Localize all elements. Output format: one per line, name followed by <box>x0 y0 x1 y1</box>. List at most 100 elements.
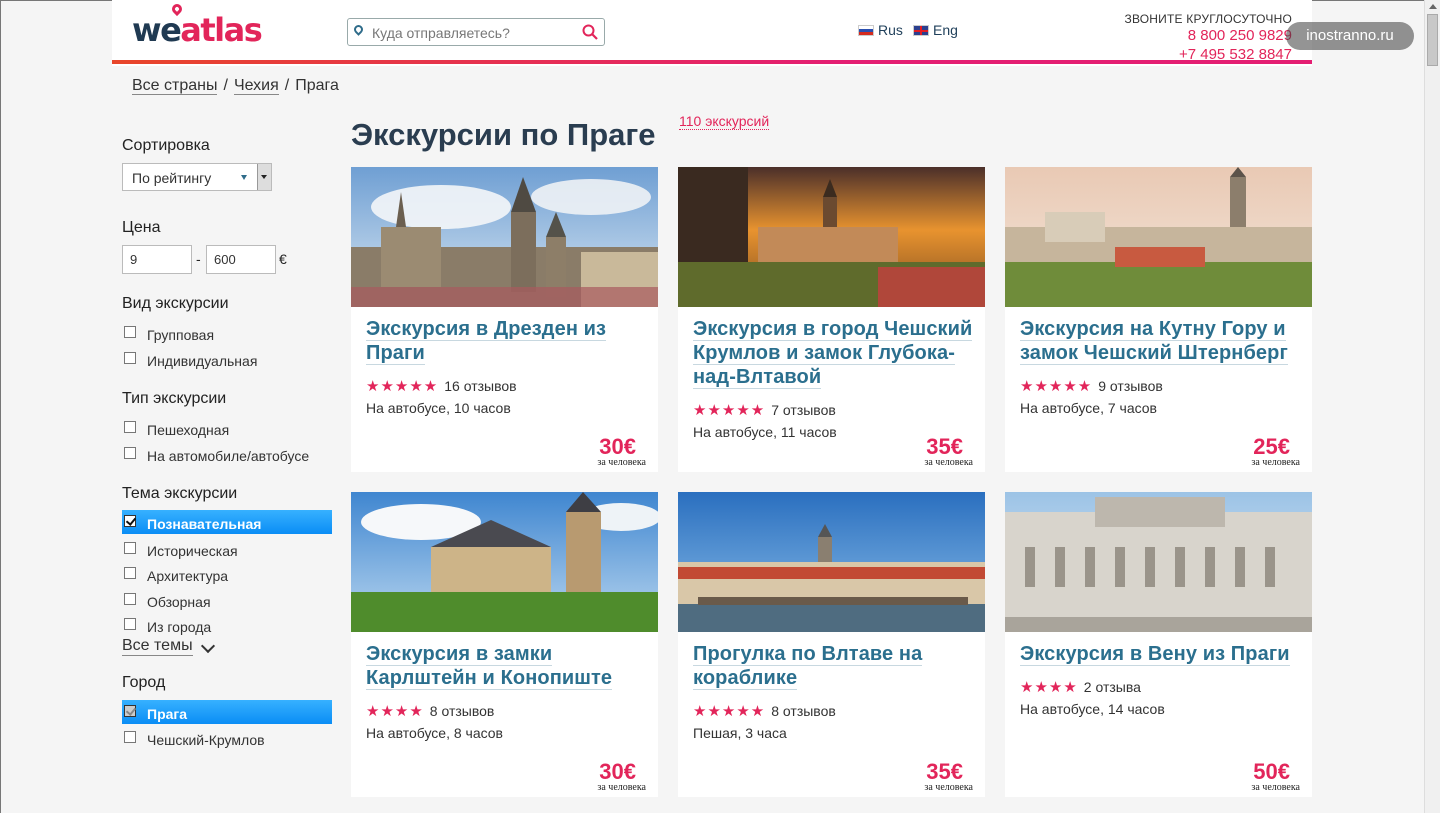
sort-select[interactable]: По рейтингу <box>122 163 272 191</box>
per-person-label: за человека <box>1251 782 1300 793</box>
logo[interactable]: weatlas <box>132 1 263 50</box>
tour-title[interactable]: Экскурсия в Дрезден из Праги <box>366 317 646 365</box>
checkbox[interactable] <box>124 542 136 554</box>
checkbox[interactable] <box>124 421 136 433</box>
search-icon[interactable] <box>582 24 598 40</box>
rating-stars-icon: ★★★★ <box>1020 679 1078 696</box>
checkbox[interactable] <box>124 567 136 579</box>
rating-stars-icon: ★★★★★ <box>1020 378 1093 395</box>
tour-card[interactable]: Экскурсия в город Чешский Крумлов и замо… <box>678 167 985 472</box>
tour-card[interactable]: Экскурсия в Дрезден из Праги ★★★★★ 16 отз… <box>351 167 658 472</box>
rating: ★★★★ 8 отзывов <box>366 702 494 720</box>
filter-historical[interactable]: Историческая <box>122 537 332 561</box>
per-person-label: за человека <box>597 782 646 793</box>
review-count: 16 отзывов <box>444 378 517 394</box>
checkbox[interactable] <box>124 326 136 338</box>
filter-from-city[interactable]: Из города <box>122 613 332 637</box>
rating: ★★★★★ 9 отзывов <box>1020 377 1163 395</box>
all-themes-link[interactable]: Все темы <box>122 637 193 656</box>
rating-stars-icon: ★★★★★ <box>366 378 439 395</box>
type-title: Тип экскурсии <box>122 390 227 407</box>
filter-label: Индивидуальная <box>147 353 258 369</box>
filter-label: Обзорная <box>147 594 211 610</box>
filter-individual-tour[interactable]: Индивидуальная <box>122 347 332 371</box>
tour-card[interactable]: Экскурсия на Кутну Гору и замок Чешский … <box>1005 167 1312 472</box>
search-box[interactable] <box>347 18 605 46</box>
tour-meta: На автобусе, 11 часов <box>693 424 837 440</box>
checkbox[interactable] <box>124 593 136 605</box>
filter-label: Пешеходная <box>147 422 230 438</box>
filter-prague[interactable]: Прага <box>122 700 332 724</box>
rating-stars-icon: ★★★★★ <box>693 402 766 419</box>
per-person-label: за человека <box>597 457 646 468</box>
lang-ru-label: Rus <box>878 22 903 38</box>
checkbox-checked[interactable] <box>124 705 136 717</box>
checkbox[interactable] <box>124 618 136 630</box>
rating: ★★★★★ 16 отзывов <box>366 377 517 395</box>
tour-image-vltava[interactable] <box>678 492 985 632</box>
uk-flag-icon <box>913 24 929 36</box>
tour-image-dresden[interactable] <box>351 167 658 307</box>
location-pin-icon <box>352 23 365 36</box>
breadcrumb-all-countries[interactable]: Все страны <box>132 77 218 95</box>
tour-image-cesky-krumlov[interactable] <box>678 167 985 307</box>
scroll-thumb[interactable] <box>1427 14 1438 66</box>
breadcrumb-prague: Прага <box>295 77 339 94</box>
filter-educational[interactable]: Познавательная <box>122 510 332 534</box>
sort-title: Сортировка <box>122 137 210 154</box>
per-person-label: за человека <box>924 457 973 468</box>
filter-label: Из города <box>147 619 212 635</box>
checkbox[interactable] <box>124 352 136 364</box>
checkbox[interactable] <box>124 447 136 459</box>
tour-title[interactable]: Экскурсия на Кутну Гору и замок Чешский … <box>1020 317 1300 365</box>
tour-image-karlstejn[interactable] <box>351 492 658 632</box>
rating-stars-icon: ★★★★ <box>366 703 424 720</box>
tour-count-link[interactable]: 110 экскурсий <box>679 113 770 130</box>
tour-title[interactable]: Прогулка по Влтаве на кораблике <box>693 642 973 690</box>
tour-title[interactable]: Экскурсия в город Чешский Крумлов и замо… <box>693 317 973 389</box>
tour-card[interactable]: Экскурсия в Вену из Праги ★★★★ 2 отзыва Н… <box>1005 492 1312 797</box>
filter-cesky-krumlov[interactable]: Чешский-Крумлов <box>122 726 332 750</box>
tour-card[interactable]: Экскурсия в замки Карлштейн и Конопиште … <box>351 492 658 797</box>
russia-flag-icon <box>858 24 874 36</box>
tour-meta: На автобусе, 8 часов <box>366 725 503 741</box>
filter-label: Архитектура <box>147 568 229 584</box>
review-count: 7 отзывов <box>771 402 836 418</box>
search-input[interactable] <box>370 22 574 44</box>
tour-image-vienna[interactable] <box>1005 492 1312 632</box>
tour-card[interactable]: Прогулка по Влтаве на кораблике ★★★★★ 8 о… <box>678 492 985 797</box>
phone-1[interactable]: 8 800 250 9829 <box>1092 26 1292 45</box>
rating: ★★★★★ 7 отзывов <box>693 401 836 419</box>
tour-meta: На автобусе, 7 часов <box>1020 400 1157 416</box>
review-count: 9 отзывов <box>1098 378 1163 394</box>
tour-title[interactable]: Экскурсия в замки Карлштейн и Конопиште <box>366 642 646 690</box>
tour-image-kutna-hora[interactable] <box>1005 167 1312 307</box>
kind-title: Вид экскурсии <box>122 295 229 312</box>
filter-car-bus[interactable]: На автомобиле/автобусе <box>122 442 332 466</box>
filter-label: Прага <box>147 706 188 722</box>
per-person-label: за человека <box>924 782 973 793</box>
lang-ru-link[interactable]: Rus <box>858 22 903 38</box>
filter-architecture[interactable]: Архитектура <box>122 562 332 586</box>
lang-en-link[interactable]: Eng <box>913 22 958 38</box>
scroll-up-arrow-icon[interactable] <box>1429 4 1437 9</box>
filter-label: Историческая <box>147 543 238 559</box>
review-count: 8 отзывов <box>429 703 495 719</box>
breadcrumb: Все страны / Чехия / Прага <box>132 77 339 95</box>
scrollbar[interactable] <box>1424 0 1440 813</box>
filter-group-tour[interactable]: Групповая <box>122 321 332 345</box>
filter-walking[interactable]: Пешеходная <box>122 416 332 440</box>
tour-title[interactable]: Экскурсия в Вену из Праги <box>1020 642 1300 666</box>
checkbox-checked[interactable] <box>124 515 136 527</box>
sort-value: По рейтингу <box>132 170 212 186</box>
price-max-input[interactable] <box>206 245 276 274</box>
filter-sightseeing[interactable]: Обзорная <box>122 588 332 612</box>
header-divider <box>112 60 1312 64</box>
checkbox[interactable] <box>124 731 136 743</box>
dropdown-button[interactable] <box>257 164 271 190</box>
tour-meta: Пешая, 3 часа <box>693 725 787 741</box>
tour-meta: На автобусе, 10 часов <box>366 400 511 416</box>
breadcrumb-czech[interactable]: Чехия <box>233 77 279 95</box>
review-count: 8 отзывов <box>771 703 836 719</box>
price-min-input[interactable] <box>122 245 192 274</box>
